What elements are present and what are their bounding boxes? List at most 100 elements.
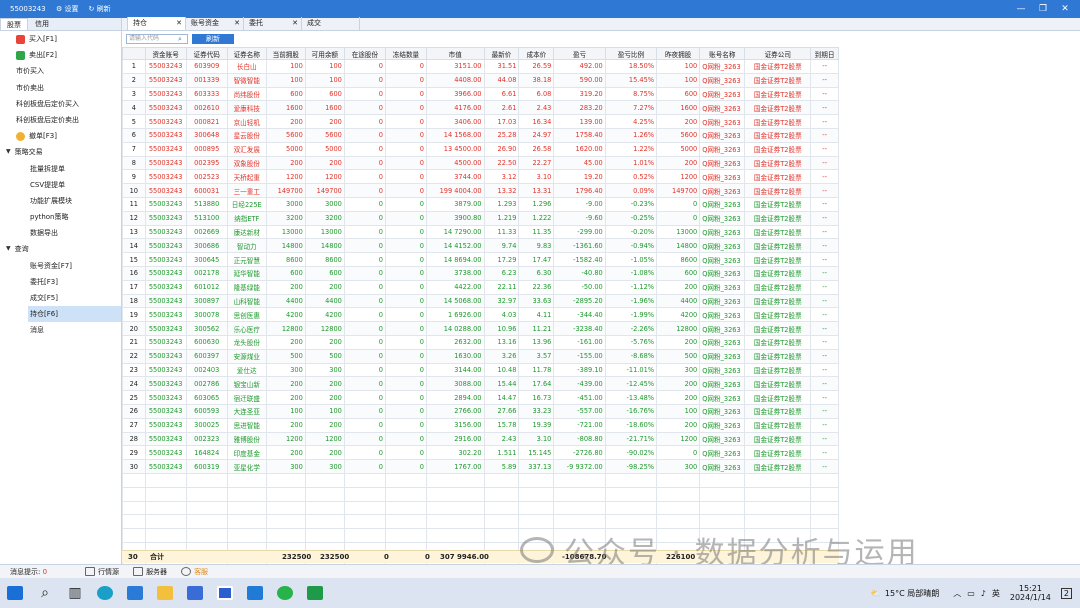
column-header[interactable]: 证券公司 (744, 47, 812, 60)
sidebar-item[interactable]: 账号资金[F7] (0, 258, 121, 274)
sidebar-item[interactable]: 市价买入 (0, 63, 121, 79)
table-row[interactable]: 3 55003243 603333 尚纬股份 600 600 0 0 3966.00 6.61 6.… (122, 86, 839, 102)
terminal-icon[interactable] (300, 578, 330, 608)
column-header[interactable]: 最新价 (483, 47, 520, 60)
column-header[interactable]: 盈亏比例 (604, 47, 658, 60)
quote-source-button[interactable]: 行情源 (85, 567, 119, 577)
table-row[interactable]: 7 55003243 000895 双汇发展 5000 5000 0 0 13 4500.00 2… (122, 141, 839, 157)
search-input[interactable]: 请输入代码 ⌕ (126, 33, 188, 44)
store-icon[interactable] (180, 578, 210, 608)
table-row[interactable]: 13 55003243 002669 康达新材 13000 13000 0 0 14 7290.… (122, 224, 839, 240)
sidebar-item[interactable]: 撤单[F3] (0, 128, 121, 144)
sidebar-item[interactable]: 市价卖出 (0, 80, 121, 96)
tab-positions[interactable]: 持仓 ✕ (128, 17, 186, 30)
task-view-icon[interactable]: ▥ (60, 578, 90, 608)
table-row[interactable]: 12 55003243 513100 纳指ETF 3200 3200 0 0 3900.80 1.… (122, 210, 839, 226)
table-row[interactable]: 10 55003243 600031 三一重工 149700 149700 0 0 199 40… (122, 183, 839, 198)
sidebar-item[interactable]: 批量拆提单 (0, 161, 121, 177)
table-row[interactable]: 29 55003243 164824 印度基金 200 200 0 0 302.20 1.511 1… (122, 445, 839, 461)
column-header[interactable]: 昨夜拥股 (656, 47, 701, 60)
sidebar-group[interactable]: ▼ 策略交易 (0, 144, 121, 160)
edge-icon[interactable] (90, 578, 120, 608)
settings-button[interactable]: ⚙ 设置 (56, 4, 79, 14)
close-icon[interactable]: ✕ (176, 17, 182, 29)
wechat-app-icon[interactable] (270, 578, 300, 608)
table-row[interactable]: 16 55003243 002178 延华智能 600 600 0 0 3738.00 6.23 6… (122, 265, 839, 281)
column-header[interactable]: 盈亏 (553, 47, 606, 60)
column-header[interactable]: 市值 (426, 47, 485, 60)
table-row[interactable]: 20 55003243 300562 乐心医疗 12800 12800 0 0 14 0288.… (122, 321, 839, 336)
table-row[interactable]: 6 55003243 300648 星云股份 5600 5600 0 0 14 1568.00 2… (122, 127, 839, 143)
close-icon[interactable]: ✕ (292, 17, 298, 29)
server-button[interactable]: 服务器 (133, 567, 167, 577)
column-header[interactable]: 账号名称 (699, 47, 746, 60)
search-icon[interactable]: ⌕ (178, 35, 186, 43)
column-header[interactable]: 在途股份 (343, 47, 386, 60)
table-row[interactable]: 4 55003243 002610 爱康科技 1600 1600 0 0 4176.00 2.61… (122, 100, 839, 116)
table-row[interactable]: 17 55003243 601012 隆基绿能 200 200 0 0 4422.00 22.11… (122, 279, 839, 295)
table-row[interactable]: 23 55003243 002403 爱仕达 300 300 0 0 3144.00 10.48 1… (122, 362, 839, 378)
clock[interactable]: 15:21 2024/1/14 (1010, 584, 1051, 602)
column-header[interactable]: 资金账号 (144, 47, 187, 60)
sidebar-item[interactable]: 功能扩展模块 (0, 193, 121, 209)
column-header[interactable]: 当前拥股 (265, 47, 306, 60)
tab-trades[interactable]: 成交 (302, 17, 360, 30)
vscode-icon[interactable] (240, 578, 270, 608)
tab-orders[interactable]: 委托 ✕ (244, 17, 302, 30)
trading-app-icon[interactable] (210, 578, 240, 608)
table-row[interactable]: 8 55003243 002395 双象股份 200 200 0 0 4500.00 22.50 2… (122, 155, 839, 171)
column-header[interactable]: 证券代码 (185, 47, 228, 60)
table-row[interactable]: 21 55003243 600630 龙头股份 200 200 0 0 2632.00 13.16… (122, 334, 839, 350)
table-row[interactable]: 25 55003243 603065 宿迁联盛 200 200 0 0 2894.00 14.47… (122, 390, 839, 405)
sidebar-group[interactable]: ▼ 查询 (0, 241, 121, 257)
column-header[interactable]: 证券名称 (226, 47, 267, 60)
column-header[interactable]: 冻结数量 (384, 47, 428, 60)
table-row[interactable]: 30 55003243 600319 亚星化学 300 300 0 0 1767.00 5.89 3… (122, 459, 839, 474)
table-row[interactable]: 28 55003243 002323 雅博股份 1200 1200 0 0 2916.00 2.4… (122, 431, 839, 447)
sidebar-item[interactable]: 卖出[F2] (0, 47, 121, 63)
refresh-table-button[interactable]: 刷新 (192, 33, 234, 44)
column-header[interactable]: 成本价 (518, 47, 555, 60)
notification-badge[interactable]: 2 (1060, 587, 1072, 599)
ime-indicator[interactable]: 英 (992, 588, 1000, 599)
sidebar-item[interactable]: CSV提提单 (0, 177, 121, 193)
table-row[interactable]: 14 55003243 300686 智动力 14800 14800 0 0 14 4152.0… (122, 238, 839, 254)
table-row[interactable]: 27 55003243 300025 思进智能 200 200 0 0 3156.00 15.78… (122, 417, 839, 433)
sidebar-item[interactable]: 消息 (0, 322, 121, 338)
column-header[interactable]: 到期日 (810, 47, 839, 60)
sidebar-item[interactable]: python策略 (0, 209, 121, 225)
sidebar-item[interactable]: 科创板盘后定价卖出 (0, 112, 121, 128)
file-explorer-icon[interactable] (150, 578, 180, 608)
sidebar-item[interactable]: 委托[F3] (0, 274, 121, 290)
search-icon[interactable]: ⌕ (30, 578, 60, 608)
service-button[interactable]: 客服 (181, 567, 208, 577)
message-indicator[interactable]: 消息提示: 0 (10, 567, 47, 577)
table-row[interactable]: 5 55003243 000821 京山轻机 200 200 0 0 3406.00 17.03 1… (122, 114, 839, 129)
sidebar-item[interactable]: 买入[F1] (0, 31, 121, 47)
table-row[interactable]: 11 55003243 513880 日经225E 3000 3000 0 0 3879.00 1… (122, 196, 839, 212)
sidebar-item[interactable]: 持仓[F6] (28, 306, 121, 323)
volume-icon[interactable]: ♪ (981, 589, 986, 598)
chevron-down-icon[interactable]: ▼ (6, 241, 11, 257)
table-row[interactable]: 26 55003243 600593 大连圣亚 100 100 0 0 2766.00 27.66… (122, 403, 839, 419)
tab-credit[interactable]: 信用 (28, 18, 56, 30)
maximize-icon[interactable]: ❐ (1032, 0, 1054, 18)
table-row[interactable]: 15 55003243 300645 正元智慧 8600 8600 0 0 14 8694.00… (122, 252, 839, 267)
close-icon[interactable]: ✕ (1054, 0, 1076, 18)
sidebar-item[interactable]: 成交[F5] (0, 290, 121, 306)
refresh-button[interactable]: ↻ 刷新 (89, 4, 111, 14)
tab-account-funds[interactable]: 账号资金 ✕ (186, 17, 244, 30)
table-row[interactable]: 22 55003243 600397 安源煤业 500 500 0 0 1630.00 3.26 3… (122, 348, 839, 364)
windows-start-icon[interactable] (0, 578, 30, 608)
tab-stock[interactable]: 股票 (0, 18, 28, 30)
close-icon[interactable]: ✕ (234, 17, 240, 29)
chevron-up-icon[interactable]: ︿ (953, 588, 961, 599)
mail-icon[interactable] (120, 578, 150, 608)
table-row[interactable]: 18 55003243 300897 山科智能 4400 4400 0 0 14 5068.00… (122, 293, 839, 309)
column-header[interactable]: 可用余额 (304, 47, 345, 60)
chevron-down-icon[interactable]: ▼ (6, 144, 11, 160)
table-row[interactable]: 19 55003243 300078 思创医惠 4200 4200 0 0 1 6926.00 4… (122, 307, 839, 323)
table-row[interactable]: 1 55003243 603909 长白山 100 100 0 0 3151.00 31.51 26… (122, 59, 839, 74)
weather-text[interactable]: 15°C 局部晴朗 (885, 588, 939, 599)
table-row[interactable]: 24 55003243 002786 银宝山新 200 200 0 0 3088.00 15.44… (122, 376, 839, 392)
